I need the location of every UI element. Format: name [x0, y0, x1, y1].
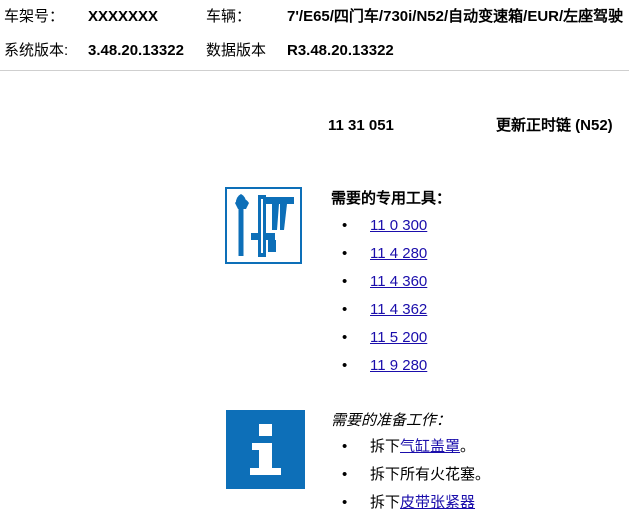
tool-link[interactable]: 11 0 300: [370, 217, 427, 234]
document-code: 11 31 051: [328, 117, 394, 134]
bullet: •: [342, 357, 348, 374]
tool-link[interactable]: 11 4 360: [370, 273, 427, 290]
prep-text: 拆下: [370, 494, 401, 511]
bullet: •: [342, 494, 348, 511]
info-icon: [226, 410, 305, 489]
vin-value: XXXXXXX: [88, 8, 159, 25]
list-item: • 11 4 280: [342, 245, 427, 273]
vehicle-info-header: 车架号： XXXXXXX 车辆： 7'/E65/四门车/730i/N52/自动变…: [0, 0, 629, 71]
system-version-value: 3.48.20.13322: [88, 42, 184, 59]
list-item: • 11 4 360: [342, 273, 427, 301]
list-item: • 11 9 280: [342, 357, 427, 385]
prep-text: 拆下: [370, 438, 401, 455]
tool-link[interactable]: 11 5 200: [370, 329, 427, 346]
vin-label: 车架号：: [4, 8, 65, 25]
preparation-list: • 拆下气缸盖罩。 • 拆下所有火花塞。 • 拆下皮带张紧器: [342, 438, 491, 522]
bullet: •: [342, 466, 348, 483]
vehicle-value: 7'/E65/四门车/730i/N52/自动变速箱/EUR/左座驾驶: [287, 8, 624, 25]
prep-link[interactable]: 气缸盖罩: [400, 438, 460, 455]
prep-link[interactable]: 皮带张紧器: [400, 494, 475, 511]
list-item: • 11 4 362: [342, 301, 427, 329]
system-version-label: 系统版本:: [4, 42, 69, 59]
data-version-value: R3.48.20.13322: [287, 42, 394, 59]
list-item: • 11 5 200: [342, 329, 427, 357]
list-item: • 11 0 300: [342, 217, 427, 245]
special-tools-title: 需要的专用工具：: [331, 190, 452, 207]
prep-suffix: 。: [460, 438, 476, 455]
bullet: •: [342, 329, 348, 346]
bullet: •: [342, 217, 348, 234]
tool-link[interactable]: 11 4 362: [370, 301, 427, 318]
tools-icon: [225, 187, 302, 264]
prep-text: 拆下所有火花塞。: [370, 466, 491, 483]
bullet: •: [342, 438, 348, 455]
list-item: • 拆下气缸盖罩。: [342, 438, 490, 466]
tool-link[interactable]: 11 4 280: [370, 245, 427, 262]
preparation-title: 需要的准备工作：: [331, 412, 452, 429]
vehicle-label: 车辆：: [206, 8, 252, 25]
bullet: •: [342, 273, 348, 290]
list-item: • 拆下所有火花塞。: [342, 466, 491, 494]
special-tools-list: • 11 0 300 • 11 4 280 • 11 4 360 • 11 4 362 …: [342, 217, 427, 385]
document-title: 更新正时链 (N52): [496, 117, 613, 134]
bullet: •: [342, 245, 348, 262]
data-version-label: 数据版本: [206, 42, 267, 59]
list-item: • 拆下皮带张紧器: [342, 494, 490, 522]
bullet: •: [342, 301, 348, 318]
tool-link[interactable]: 11 9 280: [370, 357, 427, 374]
